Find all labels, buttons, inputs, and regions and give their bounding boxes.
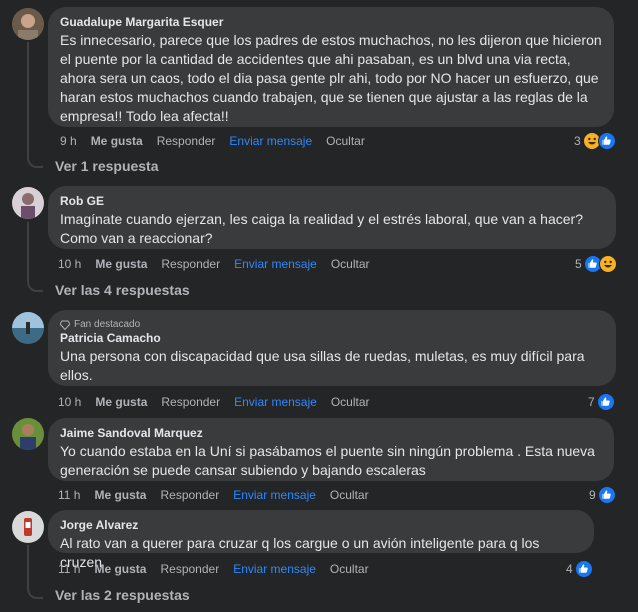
hide-button[interactable]: Ocultar: [331, 257, 370, 271]
reaction-count: 4: [566, 562, 573, 576]
comment-author[interactable]: Jorge Alvarez: [60, 518, 582, 533]
thread-connector: [27, 278, 43, 292]
view-replies-link[interactable]: Ver 1 respuesta: [55, 158, 159, 174]
reaction-summary[interactable]: 4: [566, 560, 593, 578]
thread-line: [27, 42, 29, 154]
comment-text: Es innecesario, parece que los padres de…: [60, 32, 602, 124]
reply-button[interactable]: Responder: [161, 257, 220, 271]
like-button[interactable]: Me gusta: [94, 488, 146, 502]
reply-button[interactable]: Responder: [160, 562, 219, 576]
comment-text: Yo cuando estaba en la Uní si pasábamos …: [60, 443, 595, 478]
thread-line: [27, 545, 29, 585]
comment-text: Una persona con discapacidad que usa sil…: [60, 348, 585, 383]
thread-line: [27, 222, 29, 278]
avatar[interactable]: [12, 8, 44, 40]
comment-time[interactable]: 10 h: [58, 257, 81, 271]
hide-button[interactable]: Ocultar: [330, 488, 369, 502]
send-message-button[interactable]: Enviar mensaje: [233, 562, 316, 576]
comment-actions: 11 h Me gusta Responder Enviar mensaje O…: [58, 488, 383, 502]
like-button[interactable]: Me gusta: [91, 134, 143, 148]
send-message-button[interactable]: Enviar mensaje: [229, 134, 312, 148]
reaction-summary[interactable]: 9: [589, 486, 616, 504]
comment-author[interactable]: Jaime Sandoval Marquez: [60, 426, 602, 441]
like-button[interactable]: Me gusta: [94, 562, 146, 576]
comment-author[interactable]: Patricia Camacho: [60, 331, 604, 346]
haha-icon: [598, 255, 617, 273]
comment-time[interactable]: 11 h: [58, 488, 80, 502]
view-replies-link[interactable]: Ver las 4 respuestas: [55, 282, 190, 298]
reaction-count: 5: [575, 257, 582, 271]
reaction-count: 9: [589, 488, 596, 502]
view-replies-link[interactable]: Ver las 2 respuestas: [55, 587, 190, 603]
hide-button[interactable]: Ocultar: [330, 562, 369, 576]
comment-bubble: Jaime Sandoval Marquez Yo cuando estaba …: [48, 418, 614, 481]
thread-connector: [27, 154, 43, 168]
comment-author[interactable]: Guadalupe Margarita Esquer: [60, 15, 602, 30]
avatar[interactable]: [12, 511, 44, 543]
avatar[interactable]: [12, 187, 44, 219]
send-message-button[interactable]: Enviar mensaje: [234, 257, 317, 271]
reaction-count: 7: [588, 395, 595, 409]
send-message-button[interactable]: Enviar mensaje: [234, 395, 317, 409]
comment-actions: 10 h Me gusta Responder Enviar mensaje O…: [58, 257, 384, 271]
comment-bubble: Fan destacado Patricia Camacho Una perso…: [48, 310, 616, 386]
comment-time[interactable]: 9 h: [60, 134, 77, 148]
like-icon: [596, 393, 615, 411]
reply-button[interactable]: Responder: [161, 395, 220, 409]
comment-actions: 10 h Me gusta Responder Enviar mensaje O…: [58, 395, 384, 409]
like-button[interactable]: Me gusta: [95, 395, 147, 409]
like-icon: [574, 560, 593, 578]
like-icon: [597, 486, 616, 504]
comment-time[interactable]: 10 h: [58, 395, 81, 409]
reaction-summary[interactable]: 5: [575, 255, 617, 273]
reply-button[interactable]: Responder: [160, 488, 219, 502]
reply-button[interactable]: Responder: [157, 134, 216, 148]
avatar[interactable]: [12, 418, 44, 450]
comment-actions: 9 h Me gusta Responder Enviar mensaje Oc…: [60, 134, 379, 148]
comment-text: Imagínate cuando ejerzan, les caiga la r…: [60, 211, 583, 246]
reaction-count: 3: [574, 134, 581, 148]
send-message-button[interactable]: Enviar mensaje: [233, 488, 316, 502]
thread-connector: [27, 585, 43, 599]
reaction-summary[interactable]: 3: [574, 132, 616, 150]
hide-button[interactable]: Ocultar: [326, 134, 365, 148]
diamond-icon: [60, 320, 70, 330]
comment-author[interactable]: Rob GE: [60, 194, 604, 209]
comment-time[interactable]: 11 h: [58, 562, 80, 576]
comment-bubble: Jorge Alvarez Al rato van a querer para …: [48, 510, 594, 570]
fan-badge-label: Fan destacado: [74, 319, 141, 330]
reaction-summary[interactable]: 7: [588, 393, 615, 411]
comment-bubble: Guadalupe Margarita Esquer Es innecesari…: [48, 7, 614, 127]
hide-button[interactable]: Ocultar: [331, 395, 370, 409]
comment-bubble: Rob GE Imagínate cuando ejerzan, les cai…: [48, 186, 616, 249]
avatar[interactable]: [12, 312, 44, 344]
fan-badge: Fan destacado: [60, 318, 604, 331]
like-icon: [597, 132, 616, 150]
like-button[interactable]: Me gusta: [95, 257, 147, 271]
comment-actions: 11 h Me gusta Responder Enviar mensaje O…: [58, 562, 383, 576]
